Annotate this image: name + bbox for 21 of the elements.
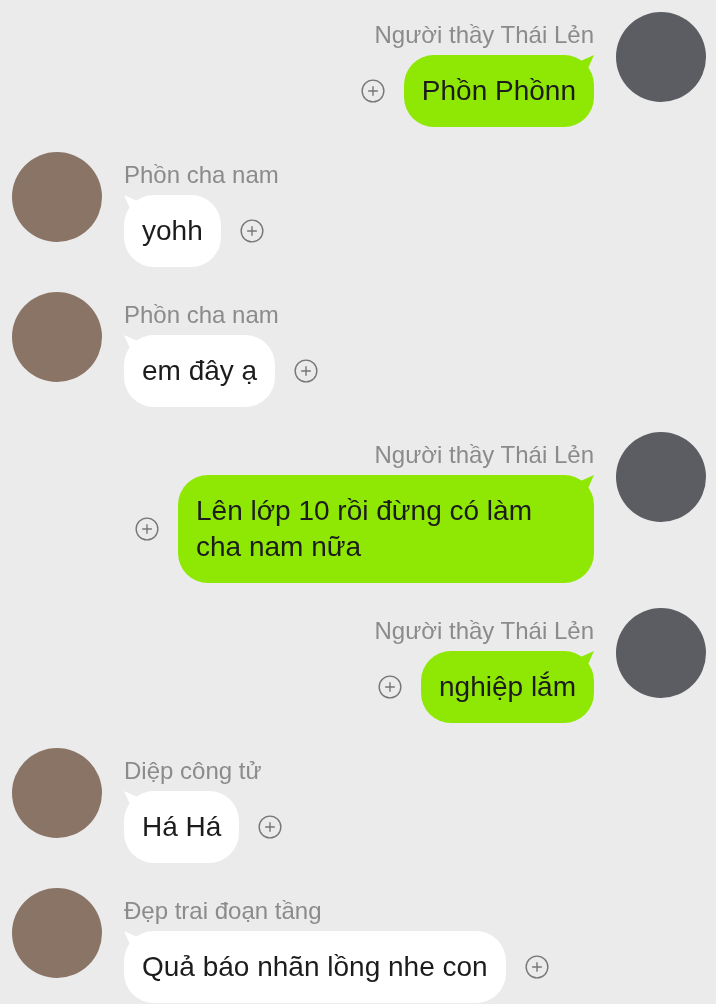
- add-icon[interactable]: [523, 954, 550, 980]
- add-icon[interactable]: [293, 358, 320, 384]
- sender-name: Người thầy Thái Lẻn: [374, 616, 594, 646]
- sender-name: Người thầy Thái Lẻn: [374, 20, 594, 50]
- add-icon[interactable]: [377, 674, 403, 700]
- message-bubble: Phồn Phồnn: [403, 55, 594, 127]
- message-bubble: Há Há: [124, 791, 240, 863]
- sender-name: Người thầy Thái Lẻn: [374, 440, 594, 470]
- message-bubble: em đây ạ: [124, 335, 276, 407]
- message-bubble: yohh: [124, 195, 221, 267]
- sender-name: Diệp công tử: [124, 756, 262, 786]
- sender-name: Phồn cha nam: [124, 300, 279, 330]
- add-icon[interactable]: [257, 814, 284, 840]
- add-icon[interactable]: [359, 78, 386, 104]
- sender-name: Đẹp trai đoạn tầng: [124, 896, 322, 926]
- message-bubble: Lên lớp 10 rồi đừng có làm cha nam nữa: [178, 475, 594, 583]
- add-icon[interactable]: [238, 218, 265, 244]
- sender-name: Phồn cha nam: [124, 160, 279, 190]
- message-bubble: nghiệp lắm: [421, 651, 594, 723]
- add-icon[interactable]: [134, 516, 160, 542]
- message-bubble: Quả báo nhãn lồng nhe con: [124, 931, 506, 1003]
